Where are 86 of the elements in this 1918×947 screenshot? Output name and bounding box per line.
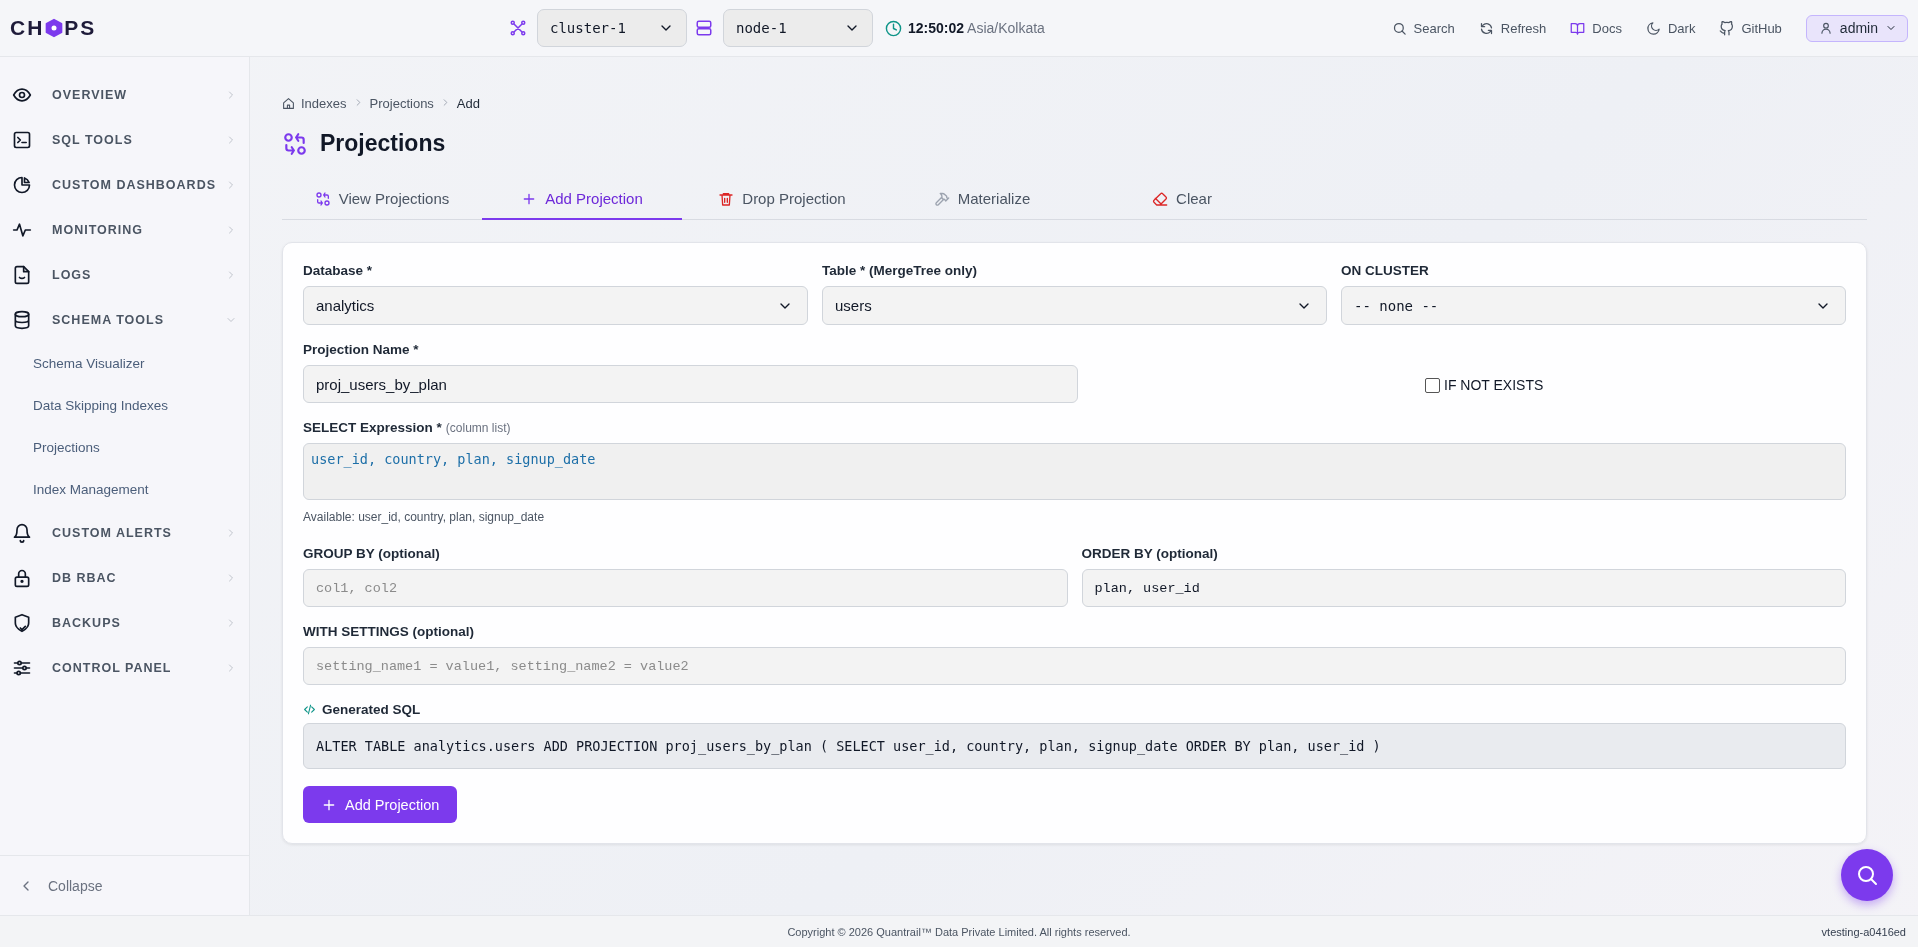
clock-icon <box>885 19 902 37</box>
sidebar-item[interactable]: DB RBAC <box>0 555 249 600</box>
select-field[interactable]: -- none -- <box>1341 286 1846 325</box>
sidebar-subitem[interactable]: Projections <box>0 426 249 468</box>
breadcrumb-item[interactable]: Indexes <box>301 96 347 111</box>
toolbar-button[interactable]: Docs <box>1570 20 1622 36</box>
checkbox[interactable] <box>1425 377 1440 393</box>
input-field[interactable]: setting_name1 = value1, setting_name2 = value2 <box>303 647 1846 685</box>
terminal-icon <box>12 129 32 150</box>
tab[interactable]: Drop Projection <box>682 179 882 220</box>
tab[interactable]: Clear <box>1082 179 1282 220</box>
input-field[interactable]: col1, col2 <box>303 569 1068 607</box>
field-label: Projection Name * <box>303 342 420 357</box>
hammer-icon <box>933 190 950 207</box>
select-field[interactable]: analytics <box>303 286 808 325</box>
sidebar-item[interactable]: CUSTOM DASHBOARDS <box>0 162 249 207</box>
tab[interactable]: Materialize <box>882 179 1082 220</box>
toolbar-button[interactable]: GitHub <box>1719 20 1782 36</box>
timezone-label: Asia/Kolkata <box>967 20 1045 36</box>
breadcrumb-item[interactable]: Projections <box>369 96 434 111</box>
field-label: ON CLUSTER <box>1341 263 1430 278</box>
sidebar-subitem[interactable]: Data Skipping Indexes <box>0 384 249 426</box>
sidebar-item[interactable]: SCHEMA TOOLS <box>0 297 249 342</box>
sidebar-item[interactable]: BACKUPS <box>0 600 249 645</box>
search-icon <box>1391 20 1407 36</box>
add-projection-button[interactable]: Add Projection <box>303 786 458 823</box>
toolbar-button[interactable]: Dark <box>1645 20 1696 36</box>
home-icon <box>282 97 295 110</box>
cluster-select[interactable]: cluster-1 <box>537 9 687 47</box>
clock-time: 12:50:02 <box>908 20 965 36</box>
select-field[interactable]: users <box>822 286 1327 325</box>
sidebar-item[interactable]: OVERVIEW <box>0 72 249 117</box>
user-menu-button[interactable]: admin <box>1805 14 1908 42</box>
input-field[interactable]: plan, user_id <box>1081 569 1846 607</box>
toolbar-button[interactable]: Search <box>1391 20 1455 36</box>
sidebar-subitem[interactable]: Schema Visualizer <box>0 342 249 384</box>
checkbox-label: IF NOT EXISTS <box>1444 377 1544 393</box>
swap-icon <box>314 190 331 207</box>
available-columns-text: Available: user_id, country, plan, signup_date <box>303 510 546 524</box>
sql-preview: ALTER TABLE analytics.users ADD PROJECTION proj_users_by_plan ( SELECT user_id, country, plan, signup_date ORDER BY plan, user_id ) <box>303 723 1846 769</box>
field-label: Generated SQL <box>322 702 421 717</box>
expression-textarea[interactable]: user_id, country, plan, signup_date <box>303 443 1846 500</box>
database-icon <box>12 309 32 330</box>
cluster-icon <box>509 19 527 37</box>
file-icon <box>12 264 32 285</box>
node-select[interactable]: node-1 <box>723 9 873 47</box>
sidebar-item[interactable]: SQL TOOLS <box>0 117 249 162</box>
user-icon <box>1818 21 1833 35</box>
shield-icon <box>12 612 32 633</box>
moon-icon <box>1645 20 1661 36</box>
field-label: GROUP BY (optional) <box>303 546 441 561</box>
toolbar-button[interactable]: Refresh <box>1478 20 1547 36</box>
bell-icon <box>12 522 32 543</box>
field-label: Database * <box>303 263 374 278</box>
refresh-icon <box>1478 20 1494 36</box>
field-label: SELECT Expression * <box>303 420 442 435</box>
github-icon <box>1719 20 1735 36</box>
code-icon <box>303 703 316 716</box>
logo-text: PS <box>64 16 97 40</box>
sidebar-item[interactable]: CONTROL PANEL <box>0 645 249 690</box>
field-label: ORDER BY (optional) <box>1081 546 1219 561</box>
copyright-text: Copyright © 2026 Quantrail™ Data Private Limited. All rights reserved. <box>787 926 1131 938</box>
sidebar-item[interactable]: CUSTOM ALERTS <box>0 510 249 555</box>
sidebar-item[interactable]: MONITORING <box>0 207 249 252</box>
field-label: WITH SETTINGS (optional) <box>303 624 475 639</box>
lock-icon <box>12 567 32 588</box>
search-icon <box>1855 863 1879 887</box>
sidebar-item[interactable]: LOGS <box>0 252 249 297</box>
field-label: Table * (MergeTree only) <box>822 263 979 278</box>
version-text: vtesting-a0416ed <box>1821 926 1906 938</box>
page-title: Projections <box>320 130 446 157</box>
input-field[interactable]: proj_users_by_plan <box>303 365 1078 403</box>
book-icon <box>1570 20 1586 36</box>
hexagon-icon <box>44 18 65 38</box>
swap-icon <box>282 130 308 157</box>
tab[interactable]: View Projections <box>282 179 482 220</box>
trash-icon <box>718 190 735 207</box>
server-icon <box>695 19 713 37</box>
field-hint: (column list) <box>445 421 511 435</box>
breadcrumb-item: Add <box>456 96 480 111</box>
tab[interactable]: Add Projection <box>482 179 682 220</box>
logo-text: CH <box>10 16 45 40</box>
pie-chart-icon <box>12 174 32 195</box>
sidebar-subitem[interactable]: Index Management <box>0 468 249 510</box>
eraser-icon <box>1152 190 1169 207</box>
search-fab-button[interactable] <box>1841 849 1893 901</box>
